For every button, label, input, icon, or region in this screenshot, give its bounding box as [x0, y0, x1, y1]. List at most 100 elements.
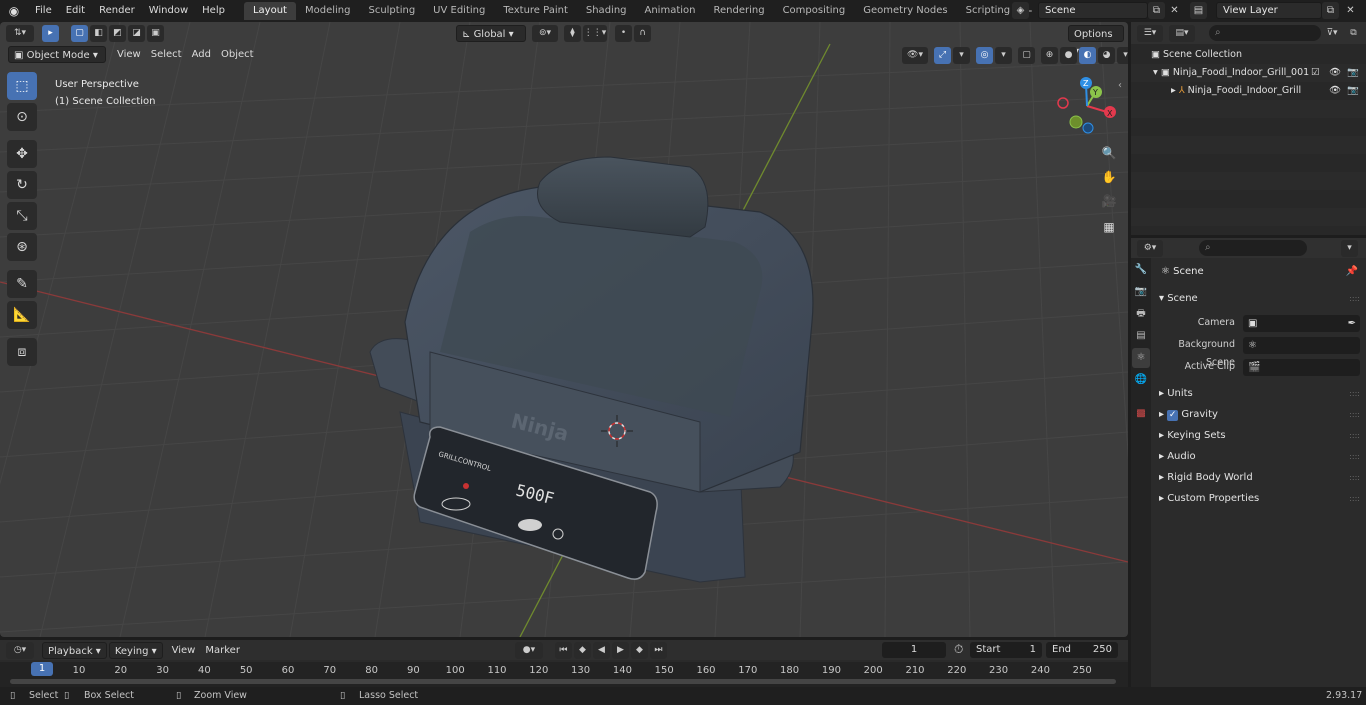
delete-scene-icon[interactable]: ✕	[1166, 2, 1183, 19]
jump-keyframe-forward-icon[interactable]: ◆	[630, 641, 648, 659]
options-dropdown[interactable]: Options ▾	[1068, 25, 1124, 57]
current-frame-field[interactable]: 1	[882, 642, 946, 658]
proportional-editing-icon[interactable]: •	[615, 24, 632, 42]
tab-shading[interactable]: Shading	[577, 2, 636, 20]
select-new-icon[interactable]: ▢	[71, 24, 88, 42]
panel-units[interactable]: ▸ Units::::	[1153, 384, 1366, 404]
view-layer-tab-icon[interactable]: ▤	[1132, 326, 1150, 346]
sidebar-toggle-icon[interactable]: ‹	[1118, 80, 1122, 91]
panel-scene[interactable]: ▾ Scene::::	[1153, 289, 1366, 309]
select-invert-icon[interactable]: ◪	[128, 24, 145, 42]
outliner-row-scene-collection[interactable]: ▣ Scene Collection	[1131, 46, 1366, 64]
menu-file[interactable]: File	[28, 0, 59, 22]
world-tab-icon[interactable]: 🌐	[1132, 370, 1150, 390]
timeline-scrollbar[interactable]	[10, 679, 1116, 684]
object-mode-dropdown[interactable]: ▣ Object Mode ▾	[8, 46, 106, 63]
annotate-tool-icon[interactable]: ✎	[7, 270, 37, 298]
scene-tab-icon[interactable]: ⚛	[1132, 348, 1150, 368]
delete-view-layer-icon[interactable]: ✕	[1342, 2, 1359, 19]
timeline-menu-view[interactable]: View	[167, 642, 201, 659]
tab-uv-editing[interactable]: UV Editing	[424, 2, 494, 20]
filter-icon[interactable]: ⊽▾	[1319, 25, 1345, 42]
menu-window[interactable]: Window	[142, 0, 195, 22]
pin-icon[interactable]: 📌	[1346, 262, 1358, 282]
menu-help[interactable]: Help	[195, 0, 232, 22]
eyedropper-icon[interactable]: ✒	[1348, 315, 1356, 332]
view-layer-field[interactable]: View Layer	[1216, 2, 1322, 19]
gizmo-toggle-icon[interactable]: ⤢	[934, 47, 951, 64]
gravity-checkbox[interactable]: ✓	[1167, 410, 1179, 421]
active-clip-field[interactable]: 🎬	[1243, 359, 1360, 376]
select-mode-icon[interactable]: ▸	[42, 24, 59, 42]
camera-field[interactable]: ▣ ✒	[1243, 315, 1360, 332]
new-view-layer-icon[interactable]: ⧉	[1322, 2, 1339, 19]
playback-dropdown[interactable]: Playback ▾	[42, 641, 107, 659]
visibility-icon[interactable]: 👁▾	[902, 47, 928, 64]
menu-object[interactable]: Object	[216, 46, 259, 63]
properties-options-icon[interactable]: ▾	[1341, 240, 1358, 257]
cursor-tool-icon[interactable]: ⊙	[7, 103, 37, 131]
end-frame-field[interactable]: End 250	[1046, 642, 1118, 658]
timeline-menu-marker[interactable]: Marker	[200, 642, 245, 659]
outliner-search-input[interactable]: ⌕	[1209, 25, 1321, 41]
timeline-editor-type-icon[interactable]: ◷▾	[6, 641, 34, 659]
exclude-checkbox[interactable]: ☑	[1311, 64, 1320, 82]
timeline-ruler[interactable]: 1 10 20 30 40 50 60 70 80 90 100 110 120 130 140 150 16…	[0, 662, 1128, 687]
grill-model[interactable]: Ninja GRILLCONTROL 500F	[369, 156, 814, 583]
tab-layout[interactable]: Layout	[243, 2, 296, 20]
jump-end-icon[interactable]: ⏭	[649, 641, 667, 659]
perspective-toggle-icon[interactable]: ▦	[1098, 216, 1120, 238]
start-frame-field[interactable]: Start 1	[970, 642, 1042, 658]
menu-view[interactable]: View	[112, 46, 146, 63]
scale-tool-icon[interactable]: ⤡	[7, 202, 37, 230]
stopwatch-icon[interactable]: ⏱	[954, 642, 963, 657]
expand-arrow-icon[interactable]: ▾	[1153, 67, 1158, 78]
eye-visibility-icon[interactable]: 👁	[1329, 82, 1341, 100]
menu-add[interactable]: Add	[187, 46, 216, 63]
frame-cursor[interactable]: 1	[31, 662, 53, 676]
pan-hand-icon[interactable]: ✋	[1098, 166, 1120, 188]
add-cube-tool-icon[interactable]: ⧈	[7, 338, 37, 366]
solid-shading-icon[interactable]: ●	[1060, 47, 1077, 64]
outliner-row-grill-001[interactable]: ▾ ▣ Ninja_Foodi_Indoor_Grill_001 ☑ 👁 📷	[1131, 64, 1366, 82]
tab-geometry-nodes[interactable]: Geometry Nodes	[854, 2, 956, 20]
tab-scripting[interactable]: Scripting	[957, 2, 1019, 20]
select-box-tool-icon[interactable]: ⬚	[7, 72, 37, 100]
measure-tool-icon[interactable]: 📐	[7, 301, 37, 329]
new-scene-icon[interactable]: ⧉	[1148, 2, 1165, 19]
blender-logo-icon[interactable]: ◉	[0, 4, 28, 18]
navigation-gizmo[interactable]: X Y Z	[1050, 74, 1120, 134]
material-shading-icon[interactable]: ◐	[1079, 47, 1096, 64]
panel-gravity[interactable]: ▸ ✓ Gravity::::	[1153, 405, 1366, 425]
transform-tool-icon[interactable]: ⊛	[7, 233, 37, 261]
camera-view-icon[interactable]: 🎥	[1098, 190, 1120, 212]
display-mode-icon[interactable]: ▤▾	[1169, 24, 1195, 42]
panel-keying-sets[interactable]: ▸ Keying Sets::::	[1153, 426, 1366, 446]
panel-custom-properties[interactable]: ▸ Custom Properties::::	[1153, 489, 1366, 509]
render-tab-icon[interactable]: 📷	[1132, 282, 1150, 302]
select-intersect-icon[interactable]: ▣	[147, 24, 164, 42]
overlays-toggle-icon[interactable]: ◎	[976, 47, 993, 64]
view-layer-browse-icon[interactable]: ▤	[1190, 2, 1207, 19]
tab-compositing[interactable]: Compositing	[774, 2, 855, 20]
select-subtract-icon[interactable]: ◩	[109, 24, 126, 42]
background-scene-field[interactable]: ⚛	[1243, 337, 1360, 354]
shading-options-icon[interactable]: ▾	[1117, 47, 1128, 64]
record-keyframe-icon[interactable]: ●▾	[514, 641, 543, 659]
3d-viewport[interactable]: Ninja GRILLCONTROL 500F ⇅▾ ▸ ▢ ◧ ◩ ◪ ▣ ⊾…	[0, 22, 1128, 637]
texture-tab-icon[interactable]: ▩	[1132, 404, 1150, 424]
rotate-tool-icon[interactable]: ↻	[7, 171, 37, 199]
tab-animation[interactable]: Animation	[636, 2, 705, 20]
play-reverse-icon[interactable]: ◀	[592, 641, 610, 659]
xray-toggle-icon[interactable]: ▢	[1018, 47, 1035, 64]
proportional-falloff-icon[interactable]: ∩	[634, 24, 651, 42]
panel-rigid-body-world[interactable]: ▸ Rigid Body World::::	[1153, 468, 1366, 488]
eye-visibility-icon[interactable]: 👁	[1329, 64, 1341, 82]
menu-edit[interactable]: Edit	[59, 0, 92, 22]
overlays-options-icon[interactable]: ▾	[995, 47, 1012, 64]
tab-texture-paint[interactable]: Texture Paint	[494, 2, 577, 20]
properties-search-input[interactable]: ⌕	[1199, 240, 1307, 256]
expand-arrow-icon[interactable]: ▸	[1171, 85, 1176, 96]
new-collection-icon[interactable]: ⧉	[1345, 25, 1362, 42]
select-extend-icon[interactable]: ◧	[90, 24, 107, 42]
